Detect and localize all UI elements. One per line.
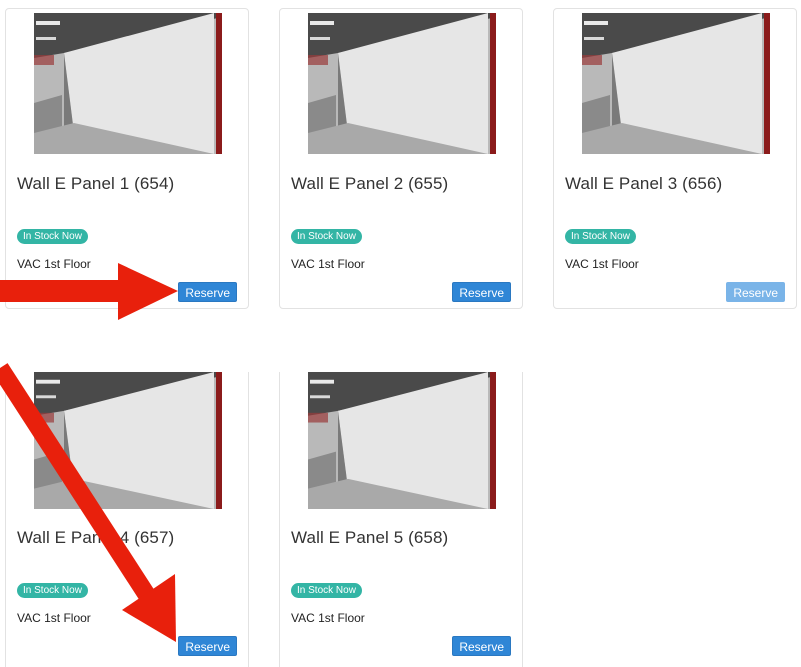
- item-location: VAC 1st Floor: [291, 611, 365, 625]
- item-title[interactable]: Wall E Panel 2 (655): [291, 174, 448, 194]
- item-card[interactable]: Wall E Panel 2 (655) In Stock Now VAC 1s…: [279, 8, 523, 309]
- reserve-button[interactable]: Reserve: [452, 282, 511, 302]
- item-photo[interactable]: [34, 13, 222, 154]
- item-photo[interactable]: [308, 372, 496, 509]
- item-card[interactable]: Wall E Panel 3 (656) In Stock Now VAC 1s…: [553, 8, 797, 309]
- reserve-button[interactable]: Reserve: [452, 636, 511, 656]
- stock-badge: In Stock Now: [17, 583, 88, 598]
- item-location: VAC 1st Floor: [17, 257, 91, 271]
- item-title[interactable]: Wall E Panel 4 (657): [17, 528, 174, 548]
- item-photo[interactable]: [308, 13, 496, 154]
- item-location: VAC 1st Floor: [291, 257, 365, 271]
- stock-badge: In Stock Now: [565, 229, 636, 244]
- item-title[interactable]: Wall E Panel 1 (654): [17, 174, 174, 194]
- reserve-button[interactable]: Reserve: [178, 282, 237, 302]
- item-photo[interactable]: [582, 13, 770, 154]
- item-title[interactable]: Wall E Panel 5 (658): [291, 528, 448, 548]
- catalog-grid: Wall E Panel 1 (654) In Stock Now VAC 1s…: [0, 0, 801, 667]
- stock-badge: In Stock Now: [291, 229, 362, 244]
- item-location: VAC 1st Floor: [17, 611, 91, 625]
- item-photo[interactable]: [34, 372, 222, 509]
- reserve-button[interactable]: Reserve: [178, 636, 237, 656]
- reserve-button[interactable]: Reserve: [726, 282, 785, 302]
- item-location: VAC 1st Floor: [565, 257, 639, 271]
- item-card[interactable]: Wall E Panel 5 (658) In Stock Now VAC 1s…: [279, 372, 523, 667]
- item-card[interactable]: Wall E Panel 4 (657) In Stock Now VAC 1s…: [5, 372, 249, 667]
- item-card[interactable]: Wall E Panel 1 (654) In Stock Now VAC 1s…: [5, 8, 249, 309]
- stock-badge: In Stock Now: [291, 583, 362, 598]
- stock-badge: In Stock Now: [17, 229, 88, 244]
- item-title[interactable]: Wall E Panel 3 (656): [565, 174, 722, 194]
